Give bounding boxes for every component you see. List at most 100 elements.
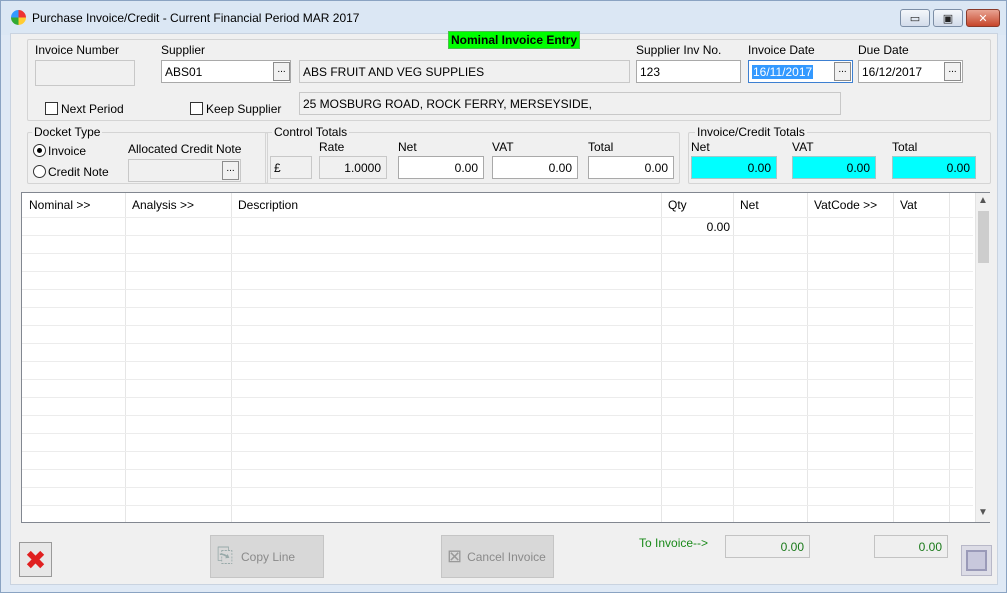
copy-line-button[interactable]: ⎘ Copy Line [210,535,324,578]
supplier-label: Supplier [161,43,206,57]
due-date-picker-button[interactable]: ... [944,62,961,81]
control-net-field[interactable]: 0.00 [398,156,484,179]
scroll-down-icon[interactable]: ▼ [978,507,988,518]
remaining-total-field: 0.00 [874,535,948,558]
scroll-up-icon[interactable]: ▲ [978,195,988,206]
row-1-qty-cell[interactable]: 0.00 [662,220,732,234]
minimize-icon: ▭ [909,12,921,25]
next-period-checkbox[interactable] [45,102,58,115]
copy-line-icon: ⎘ [217,545,233,567]
column-header-qty: Qty [668,198,687,212]
control-net-label: Net [398,140,417,154]
credit-note-radio-label: Credit Note [48,165,109,179]
grid-row-divider [22,433,973,434]
red-x-icon: ✖ [24,544,47,575]
credit-note-radio[interactable] [33,165,46,178]
supplier-code-field[interactable]: ABS01 [161,60,291,83]
control-total-field[interactable]: 0.00 [588,156,674,179]
rate-label: Rate [319,140,345,154]
invoice-date-picker-button[interactable]: ... [834,62,851,81]
currency-field: £ [270,156,312,179]
grid-row-divider [22,361,973,362]
supplier-lookup-button[interactable]: ... [273,62,290,81]
control-vat-label: VAT [492,140,514,154]
grid-row-divider [22,505,973,506]
allocated-credit-note-label: Allocated Credit Note [128,142,242,156]
allocated-credit-lookup-button[interactable]: ... [222,161,239,180]
invoice-radio-label: Invoice [48,144,87,158]
grid-column-divider [949,193,950,522]
column-header-analysis[interactable]: Analysis >> [132,198,194,212]
grid-row-divider [22,397,973,398]
title-bar: Purchase Invoice/Credit - Current Financ… [1,1,1006,35]
maximize-icon: ▣ [942,12,954,25]
grid-column-divider [661,193,662,522]
grid-row-divider [22,271,973,272]
scroll-thumb[interactable] [978,211,989,263]
totals-net-field: 0.00 [691,156,777,179]
form-area: Nominal Invoice Entry Invoice Number Sup… [10,31,998,585]
close-window-button[interactable]: ✕ [966,9,1000,27]
floppy-disk-icon [966,550,987,571]
delete-line-button[interactable]: ✖ [19,542,52,577]
grid-row-divider [22,235,973,236]
invoice-credit-totals-title: Invoice/Credit Totals [695,125,807,139]
totals-total-field: 0.00 [892,156,976,179]
copy-line-label: Copy Line [241,549,296,564]
invoice-date-label: Invoice Date [748,43,815,57]
grid-row-divider [22,325,973,326]
to-invoice-label: To Invoice--> [639,536,709,550]
grid-column-divider [733,193,734,522]
totals-total-label: Total [892,140,918,154]
grid-column-divider [893,193,894,522]
grid-column-divider [231,193,232,522]
save-button[interactable] [961,545,992,576]
invoice-radio[interactable] [33,144,46,157]
purchase-invoice-window: Purchase Invoice/Credit - Current Financ… [0,0,1007,593]
grid-row-divider [22,415,973,416]
grid-vertical-scrollbar[interactable]: ▲ ▼ [975,193,990,522]
grid-row-divider [22,379,973,380]
column-header-vatcode[interactable]: VatCode >> [814,198,877,212]
cancel-invoice-label: Cancel Invoice [467,549,546,564]
rate-field: 1.0000 [319,156,387,179]
minimize-button[interactable]: ▭ [900,9,930,27]
maximize-button[interactable]: ▣ [933,9,963,27]
keep-supplier-checkbox[interactable] [190,102,203,115]
grid-row-divider [22,451,973,452]
grid-row-divider [22,217,973,218]
keep-supplier-label: Keep Supplier [206,102,282,116]
column-header-vat: Vat [900,198,918,212]
invoice-number-field[interactable] [35,60,135,86]
supplier-address-field: 25 MOSBURG ROAD, ROCK FERRY, MERSEYSIDE, [299,92,841,115]
nominal-invoice-entry-badge: Nominal Invoice Entry [448,31,581,49]
control-totals-title: Control Totals [272,125,350,139]
cancel-invoice-button[interactable]: ⊠ Cancel Invoice [441,535,554,578]
column-header-nominal[interactable]: Nominal >> [29,198,90,212]
invoice-number-label: Invoice Number [35,43,120,57]
control-vat-field[interactable]: 0.00 [492,156,578,179]
supplier-name-field: ABS FRUIT AND VEG SUPPLIES [299,60,630,83]
invoice-lines-grid[interactable]: Nominal >> Analysis >> Description Qty N… [21,192,990,523]
supplier-inv-no-field[interactable]: 123 [636,60,741,83]
cancel-invoice-icon: ⊠ [447,546,463,566]
grid-row-divider [22,253,973,254]
supplier-inv-no-label: Supplier Inv No. [636,43,722,57]
grid-column-divider [125,193,126,522]
column-header-net: Net [740,198,759,212]
docket-type-title: Docket Type [32,125,103,139]
column-header-description: Description [238,198,299,212]
grid-column-divider [807,193,808,522]
control-total-label: Total [588,140,614,154]
invoice-date-value: 16/11/2017 [752,65,814,79]
grid-row-divider [22,343,973,344]
grid-row-divider [22,289,973,290]
next-period-label: Next Period [61,102,124,116]
grid-row-divider [22,307,973,308]
window-title: Purchase Invoice/Credit - Current Financ… [32,11,360,25]
totals-vat-label: VAT [792,140,814,154]
app-icon [11,10,26,25]
due-date-label: Due Date [858,43,909,57]
totals-net-label: Net [691,140,710,154]
grid-row-divider [22,469,973,470]
